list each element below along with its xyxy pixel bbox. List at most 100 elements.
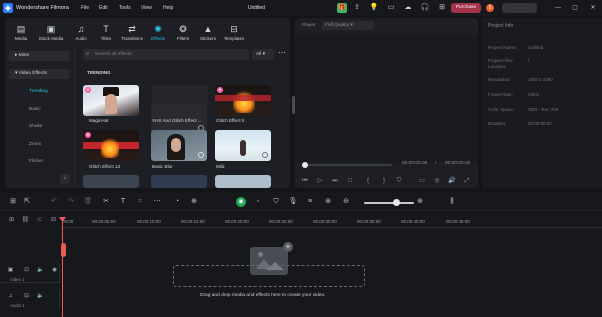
project-info-title: Project Info	[488, 23, 514, 29]
marker-icon[interactable]: ⛉	[394, 176, 404, 186]
search-input[interactable]: ⌕ Search all effects	[83, 49, 249, 60]
track-divider	[0, 282, 60, 283]
menu-help[interactable]: Help	[163, 5, 173, 11]
headset-icon[interactable]: 🎧	[420, 3, 430, 13]
menu-file[interactable]: File	[81, 5, 89, 11]
notification-badge[interactable]: 8	[486, 4, 494, 12]
monitor-icon[interactable]: ▭	[386, 3, 396, 13]
templates-icon: ⊟	[230, 24, 238, 34]
menu-tools[interactable]: Tools	[119, 5, 131, 11]
gift-icon[interactable]: 🎁	[337, 3, 347, 13]
menu-view[interactable]: View	[141, 5, 152, 11]
track-label: Audio 1	[10, 303, 25, 308]
menu-edit[interactable]: Edit	[99, 5, 108, 11]
premium-icon: ♥	[85, 87, 91, 93]
volume-icon[interactable]: 🔊	[447, 176, 457, 186]
lock-icon[interactable]: ⊡	[22, 266, 31, 275]
ruler-tick: 00:00:05:00	[92, 219, 116, 224]
shield-icon[interactable]: ⛉	[271, 197, 281, 207]
snapshot-icon[interactable]: ◎	[432, 176, 442, 186]
effect-thumbnail-glitch-ii[interactable]: ♥	[215, 85, 271, 116]
minimize-icon[interactable]: —	[553, 3, 563, 13]
crop-icon[interactable]: ⌗	[135, 197, 145, 207]
mark-out-icon[interactable]: }	[379, 176, 389, 186]
info-key: Project Files Location:	[488, 58, 513, 69]
zoom-out-icon[interactable]: ⊖	[341, 197, 351, 207]
undo-icon[interactable]: ↶	[49, 197, 59, 207]
ruler-tick: 00:00:25:00	[269, 219, 293, 224]
select-tool-icon[interactable]: ⇱	[22, 197, 32, 207]
zoom-slider[interactable]	[364, 202, 414, 204]
playhead-knob[interactable]	[61, 243, 66, 257]
playback-progress[interactable]	[304, 164, 392, 166]
drop-zone[interactable]	[173, 265, 365, 287]
subcategory-zoom[interactable]: Zoom	[29, 142, 41, 147]
collapse-sidebar-button[interactable]: ‹	[60, 174, 70, 184]
link-icon[interactable]: ⛓	[21, 216, 30, 225]
voiceover-icon[interactable]: ≡	[305, 197, 315, 207]
layout-icon[interactable]: ⊞	[8, 197, 18, 207]
ai-tools-icon[interactable]: ◔	[172, 197, 182, 207]
cut-icon[interactable]: ✂	[101, 197, 111, 207]
lock-icon[interactable]: ⊡	[22, 292, 31, 301]
cloud-upload-icon[interactable]: ☁	[403, 3, 413, 13]
effect-thumbnail[interactable]	[215, 175, 271, 188]
category-video-effects[interactable]: ▾ Video Effects	[9, 69, 69, 79]
effect-thumbnail-mild[interactable]	[215, 130, 271, 161]
close-icon[interactable]: ✕	[588, 3, 598, 13]
effect-thumbnail[interactable]	[151, 175, 207, 188]
tab-label: Media	[14, 36, 28, 41]
effect-thumbnail-glitch-13[interactable]: ♥	[83, 130, 139, 161]
zoom-slider-knob[interactable]	[393, 199, 400, 206]
subcategory-trending[interactable]: Trending	[29, 89, 48, 94]
grid-icon[interactable]: ⊞	[437, 3, 447, 13]
speed-icon[interactable]: ⊕	[189, 197, 199, 207]
add-media-icon[interactable]: +	[283, 242, 293, 252]
ruler-tick: 00:00:35:00	[357, 219, 381, 224]
purchase-button[interactable]: Purchase	[451, 3, 481, 13]
zoom-in-icon[interactable]: ⊕	[415, 197, 425, 207]
stop-icon[interactable]: □	[345, 176, 355, 186]
audio-mute-icon[interactable]: 🔈	[36, 266, 45, 275]
mark-in-icon[interactable]: {	[363, 176, 373, 186]
snap-icon[interactable]: ⊟	[49, 216, 58, 225]
add-track-icon[interactable]: ⊞	[7, 216, 16, 225]
playback-scrubber[interactable]	[302, 162, 308, 168]
total-time: 00:00:00:00	[445, 161, 471, 166]
category-mine[interactable]: ▸ Mine	[9, 51, 69, 61]
redo-icon[interactable]: ↷	[66, 197, 76, 207]
play-icon[interactable]: ▷	[315, 176, 325, 186]
filter-dropdown[interactable]: All ▾	[252, 49, 274, 60]
export-icon[interactable]: ⇪	[352, 3, 362, 13]
effect-thumbnail-magichat[interactable]: ♥	[83, 85, 139, 116]
subcategory-basic[interactable]: Basic	[29, 107, 41, 112]
microphone-icon[interactable]: 🎙	[288, 197, 298, 207]
render-icon[interactable]: ◦	[253, 197, 263, 207]
delete-icon[interactable]: 🗑	[83, 197, 93, 207]
quality-dropdown[interactable]: Full Quality ▾	[322, 21, 374, 30]
more-tools-icon[interactable]: ⋯	[152, 197, 162, 207]
subcategory-shake[interactable]: Shake	[29, 124, 43, 129]
audio-mute-icon[interactable]: 🔈	[36, 292, 45, 301]
tab-media[interactable]: ▤ Media	[6, 23, 36, 45]
mix-icon[interactable]: ⊛	[323, 197, 333, 207]
ai-assistant-button[interactable]: ◉	[236, 197, 246, 207]
effect-thumbnail-basic-blur[interactable]	[151, 130, 207, 161]
magnet-icon[interactable]: ⊂	[35, 216, 44, 225]
visibility-icon[interactable]: ◉	[50, 266, 59, 275]
maximize-icon[interactable]: ▢	[570, 3, 580, 13]
fullscreen-icon[interactable]: ⤢	[462, 176, 472, 186]
effect-thumbnail[interactable]	[83, 175, 139, 188]
playhead[interactable]	[62, 222, 63, 317]
text-icon[interactable]: T	[118, 197, 128, 207]
more-options-icon[interactable]: ⋯	[277, 49, 287, 60]
tab-stock-media[interactable]: ▣ Stock Media	[36, 23, 66, 45]
next-frame-icon[interactable]: ⏭	[330, 176, 340, 186]
grid-view-icon[interactable]: ⫼	[447, 197, 457, 207]
lightbulb-icon[interactable]: 💡	[369, 3, 379, 13]
tab-templates[interactable]: ⊟ Templates	[219, 23, 249, 45]
previous-frame-icon[interactable]: ⏮	[300, 176, 310, 186]
display-icon[interactable]: ▭	[417, 176, 427, 186]
account-button[interactable]	[502, 3, 537, 13]
subcategory-flicker[interactable]: Flicker	[29, 159, 43, 164]
